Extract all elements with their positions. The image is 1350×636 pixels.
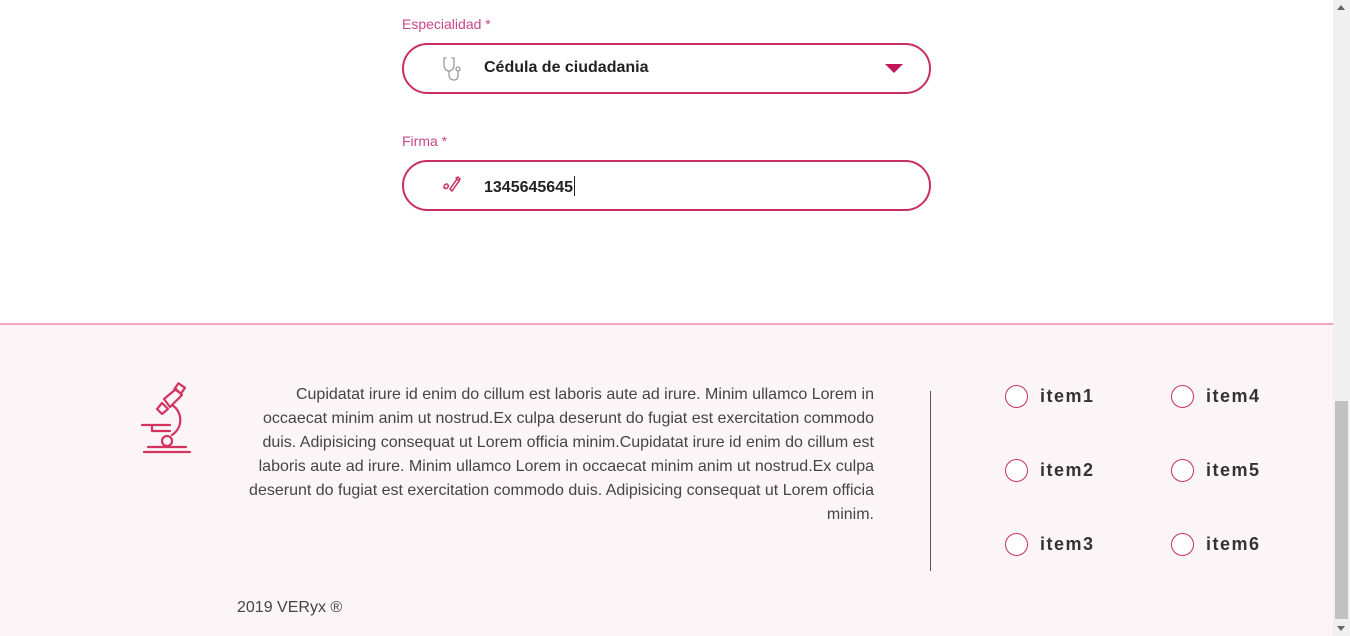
radio-circle[interactable] (1171, 459, 1194, 482)
text-cursor (573, 176, 575, 196)
radio-item3[interactable]: item3 (1005, 533, 1095, 556)
copyright: 2019 VERyx ® (237, 599, 343, 616)
radio-circle[interactable] (1171, 385, 1194, 408)
radio-label: item6 (1206, 534, 1261, 554)
radio-label: item2 (1040, 460, 1095, 480)
radio-label: item5 (1206, 460, 1261, 480)
radio-item6[interactable]: item6 (1171, 533, 1261, 556)
chevron-down-icon[interactable] (885, 64, 903, 73)
radio-circle[interactable] (1005, 459, 1028, 482)
radio-item4[interactable]: item4 (1171, 385, 1261, 408)
microscope-icon (138, 381, 194, 457)
radio-item2[interactable]: item2 (1005, 459, 1095, 482)
vertical-scrollbar[interactable] (1333, 0, 1350, 636)
form-area: Especialidad * Cédula de ciudadania Firm… (0, 0, 1333, 323)
radio-label: item4 (1206, 386, 1261, 406)
footer: Cupidatat irure id enim do cillum est la… (0, 323, 1333, 636)
signature-value: 1345645645 (484, 176, 575, 197)
radio-item5[interactable]: item5 (1171, 459, 1261, 482)
radio-label: item3 (1040, 534, 1095, 554)
specialty-value: Cédula de ciudadania (484, 59, 649, 76)
vertical-divider (930, 391, 931, 571)
signature-icon (442, 176, 466, 202)
radio-circle[interactable] (1171, 533, 1194, 556)
specialty-label: Especialidad * (402, 16, 491, 32)
radio-circle[interactable] (1005, 533, 1028, 556)
scroll-thumb[interactable] (1335, 401, 1348, 619)
specialty-select[interactable]: Cédula de ciudadania (402, 43, 931, 94)
stethoscope-icon (440, 56, 464, 82)
footer-description: Cupidatat irure id enim do cillum est la… (249, 386, 874, 523)
radio-item1[interactable]: item1 (1005, 385, 1095, 408)
scroll-down-icon[interactable] (1337, 626, 1345, 631)
radio-label: item1 (1040, 386, 1095, 406)
scroll-up-icon[interactable] (1337, 5, 1345, 10)
radio-circle[interactable] (1005, 385, 1028, 408)
signature-label: Firma * (402, 133, 448, 149)
signature-input[interactable]: 1345645645 (402, 160, 931, 211)
